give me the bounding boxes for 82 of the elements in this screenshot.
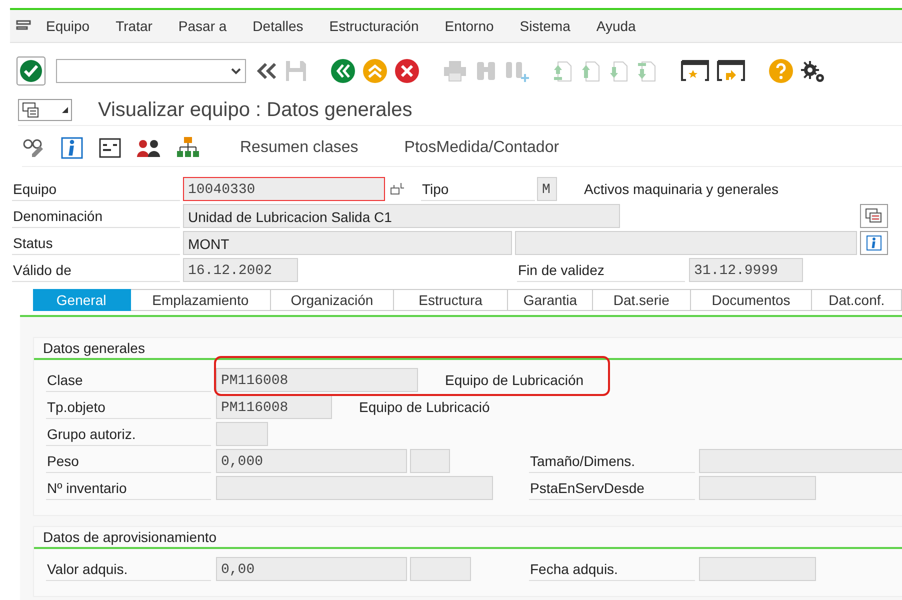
input-field[interactable]: MONT — [183, 230, 512, 254]
tab[interactable]: Documentos — [690, 289, 812, 311]
field-description: Activos maquinaria y generales — [584, 180, 780, 196]
value-help-icon[interactable] — [389, 182, 405, 196]
menu-item[interactable]: Detalles — [252, 18, 304, 34]
info-icon[interactable] — [60, 136, 84, 160]
input-field[interactable]: PM116008 — [216, 368, 418, 392]
input-field[interactable] — [515, 230, 857, 254]
people-icon[interactable] — [136, 137, 162, 159]
field-label: Grupo autoriz. — [46, 422, 211, 446]
print-icon — [442, 59, 468, 83]
menu-item[interactable]: Tratar — [116, 18, 152, 34]
tab[interactable]: Organización — [271, 289, 394, 311]
save-icon — [284, 59, 308, 83]
input-field[interactable]: Unidad de Lubricacion Salida C1 — [183, 204, 620, 228]
details-button[interactable] — [860, 204, 888, 228]
field-label: Tipo — [421, 176, 535, 200]
menu-item[interactable]: Sistema — [520, 18, 570, 34]
structure-icon[interactable] — [98, 136, 122, 160]
field-label: Nº inventario — [46, 476, 211, 500]
input-field[interactable] — [410, 448, 450, 472]
toolbar-button[interactable]: PtosMedida/Contador — [398, 135, 566, 161]
binoculars-icon — [474, 59, 498, 83]
back-icon[interactable] — [330, 58, 356, 84]
field-label: Status — [12, 230, 180, 254]
tab[interactable]: Dat.serie — [593, 289, 691, 311]
tab[interactable]: Dat.conf. — [812, 289, 902, 311]
field-label: Peso — [46, 448, 211, 472]
tab[interactable]: Emplazamiento — [130, 289, 272, 311]
menu-icon[interactable] — [16, 19, 32, 33]
binoculars-plus-icon — [504, 59, 530, 83]
input-field[interactable]: PM116008 — [216, 394, 332, 418]
new-session-icon[interactable] — [680, 59, 710, 83]
input-field[interactable]: 16.12.2002 — [183, 258, 298, 282]
input-field[interactable]: 0,000 — [216, 448, 407, 472]
field-label: PstaEnServDesde — [529, 476, 695, 500]
input-field[interactable] — [216, 476, 493, 500]
field-label: Fecha adquis. — [529, 556, 695, 580]
input-field[interactable]: M — [537, 176, 557, 200]
shortcut-icon[interactable] — [716, 59, 746, 83]
collapse-icon[interactable] — [256, 61, 278, 81]
menu-item[interactable]: Estructuración — [329, 18, 419, 34]
field-label: Tamaño/Dimens. — [529, 448, 695, 472]
settings-icon[interactable] — [800, 58, 826, 84]
menu-item[interactable]: Entorno — [444, 18, 494, 34]
input-field[interactable] — [216, 422, 268, 446]
enter-icon[interactable] — [16, 56, 46, 86]
field-label: Clase — [46, 368, 211, 392]
document-stack-icon — [865, 208, 883, 224]
field-label: Válido de — [12, 258, 180, 282]
toolbar-button[interactable]: Resumen clases — [234, 135, 364, 161]
caret-icon[interactable] — [231, 67, 241, 75]
input-field[interactable]: 31.12.9999 — [689, 258, 803, 282]
input-field[interactable] — [410, 556, 471, 580]
info-icon — [866, 234, 882, 250]
field-label: Fin de validez — [517, 258, 685, 282]
group-title: Datos generales — [34, 338, 902, 360]
input-field[interactable]: 10040330 — [183, 176, 385, 200]
tab[interactable]: Garantia — [508, 289, 594, 311]
list-icon — [22, 102, 40, 118]
field-description: Equipo de Lubricación — [445, 372, 585, 388]
field-label: Valor adquis. — [46, 556, 211, 580]
menu-item[interactable]: Equipo — [46, 18, 90, 34]
field-label: Equipo — [12, 176, 180, 200]
command-field[interactable] — [56, 59, 246, 83]
input-field[interactable] — [699, 476, 816, 500]
field-label: Tp.objeto — [46, 394, 211, 418]
menu-button[interactable] — [18, 99, 72, 121]
input-field[interactable]: 0,00 — [216, 556, 407, 580]
input-field[interactable] — [699, 556, 816, 580]
menu-item[interactable]: Ayuda — [596, 18, 636, 34]
screen-title: Visualizar equipo : Datos generales — [98, 98, 412, 122]
group-title: Datos de aprovisionamiento — [34, 527, 902, 549]
field-label: Denominación — [12, 204, 180, 228]
tab[interactable]: Estructura — [394, 289, 508, 311]
cancel-icon[interactable] — [394, 58, 420, 84]
info-button[interactable] — [860, 230, 888, 254]
caret-icon — [62, 107, 68, 113]
field-description: Equipo de Lubricació — [359, 398, 491, 414]
menu-item[interactable]: Pasar a — [178, 18, 227, 34]
input-field[interactable] — [699, 448, 902, 472]
hierarchy-icon[interactable] — [176, 136, 200, 160]
